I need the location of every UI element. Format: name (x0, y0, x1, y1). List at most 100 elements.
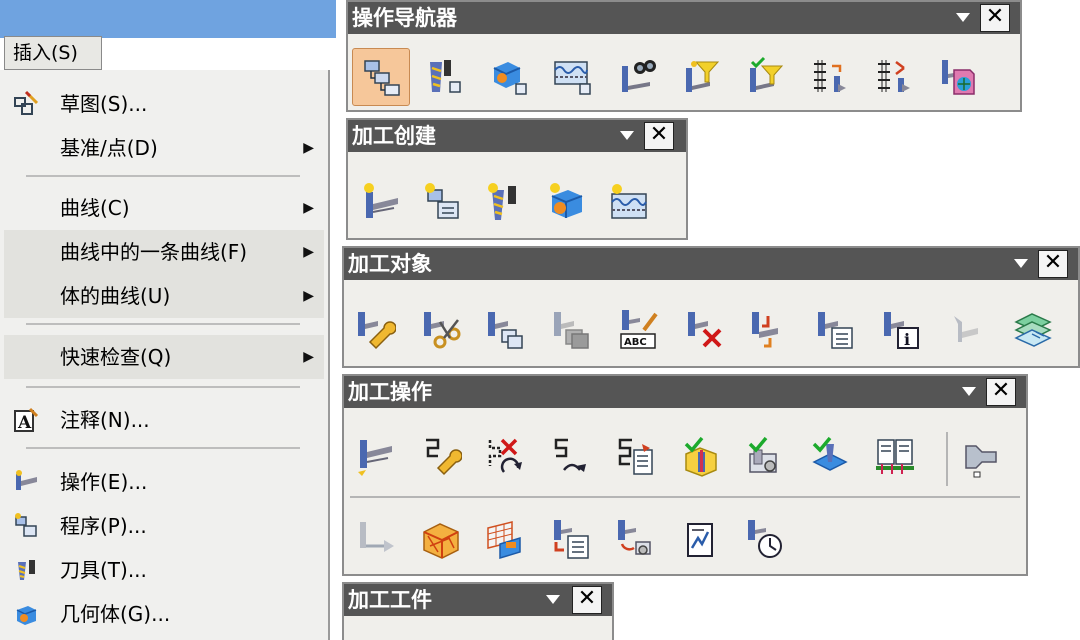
rename-object-icon: ABC (620, 310, 658, 349)
menu-separator (26, 323, 300, 325)
time-button[interactable] (736, 510, 794, 568)
filter-check-button[interactable] (736, 48, 794, 106)
menu-item-curve-from-bodies[interactable]: 体的曲线(U) ▶ (4, 274, 324, 318)
edit-toolpath-button[interactable] (412, 428, 470, 486)
create-operation-icon (364, 183, 398, 218)
toolbar-row-separator (350, 496, 1020, 498)
menu-item-sketch[interactable]: 草图(S)... (4, 82, 324, 126)
menu-item-datum-point[interactable]: 基准/点(D) ▶ (4, 126, 324, 170)
delete-toolpath-button[interactable] (476, 428, 534, 486)
transform-object-icon (752, 312, 778, 348)
export-button[interactable] (928, 48, 986, 106)
material-icon (487, 521, 521, 560)
replay-toolpath-icon (554, 438, 586, 472)
create-operation-button[interactable] (352, 174, 410, 232)
close-button[interactable]: ✕ (644, 122, 674, 150)
close-button[interactable]: ✕ (980, 4, 1010, 32)
object-list-button[interactable] (806, 300, 864, 358)
export-icon (942, 60, 975, 95)
toolbar-title[interactable]: 加工对象 (344, 248, 1078, 280)
menu-item-quick-check[interactable]: 快速检查(Q) ▶ (4, 335, 324, 379)
toolbar-title[interactable]: 加工操作 (344, 376, 1026, 408)
postprocess-button[interactable] (866, 428, 924, 486)
filter-button[interactable] (672, 48, 730, 106)
create-program-icon (425, 183, 459, 219)
create-method-button[interactable] (600, 174, 658, 232)
menu-separator (26, 447, 300, 449)
paste-object-button[interactable] (542, 300, 600, 358)
paste-object-icon (554, 312, 589, 349)
machining-method-view-button[interactable] (544, 48, 602, 106)
find-button[interactable] (608, 48, 666, 106)
dropdown-arrow-icon[interactable] (620, 131, 634, 140)
toolbar-title[interactable]: 操作导航器 (348, 2, 1020, 34)
delete-object-icon (688, 312, 722, 348)
rename-object-button[interactable]: ABC (610, 300, 668, 358)
program-order-view-button[interactable] (352, 48, 410, 106)
object-info-button[interactable]: i (872, 300, 930, 358)
verify-toolpath-button[interactable] (672, 428, 730, 486)
toolbar-machining-operation: 加工操作 ✕ (342, 374, 1028, 576)
delete-object-button[interactable] (676, 300, 734, 358)
program-order-view-icon (364, 60, 400, 96)
machine-tool-view-button[interactable] (416, 48, 474, 106)
menu-item-geometry[interactable]: 几何体(G)... (4, 592, 324, 636)
simulate-machine-button[interactable] (736, 428, 794, 486)
dropdown-arrow-icon[interactable] (1014, 259, 1028, 268)
insert-menu-tab[interactable]: 插入(S) (4, 36, 102, 70)
close-button[interactable]: ✕ (1038, 250, 1068, 278)
workpiece-icon (423, 523, 459, 559)
menu-item-label: 体的曲线(U) (60, 284, 171, 308)
object-layers-button[interactable] (1004, 300, 1062, 358)
replay-toolpath-button[interactable] (542, 428, 600, 486)
reorder-button[interactable] (800, 48, 858, 106)
edit-object-button[interactable] (346, 300, 404, 358)
generate-toolpath-button[interactable] (346, 428, 404, 486)
toolbar-machining-object: 加工对象 ✕ ABC i (342, 246, 1080, 368)
list-toolpath-button[interactable] (606, 428, 664, 486)
shop-doc-button[interactable] (542, 510, 600, 568)
dropdown-arrow-icon[interactable] (962, 387, 976, 396)
find-icon (622, 60, 656, 92)
batch-process-button[interactable] (606, 510, 664, 568)
create-tool-button[interactable] (476, 174, 534, 232)
machine-tool-view-icon (430, 60, 461, 93)
menu-item-annotation[interactable]: A 注释(N)... (4, 398, 324, 442)
cut-object-button[interactable] (412, 300, 470, 358)
submenu-arrow-icon: ▶ (303, 349, 314, 365)
menu-item-tool[interactable]: 刀具(T)... (4, 548, 324, 592)
machining-method-view-icon (554, 61, 591, 95)
object-layers-icon (1014, 313, 1052, 347)
close-button[interactable]: ✕ (572, 586, 602, 614)
gouge-check-button[interactable] (800, 428, 858, 486)
filter-icon (686, 61, 720, 92)
menu-item-curve-from-curves[interactable]: 曲线中的一条曲线(F) ▶ (4, 230, 324, 274)
gouge-check-icon (812, 436, 848, 471)
workpiece-button[interactable] (412, 510, 470, 568)
tool-icon (18, 560, 35, 580)
disabled-object-button[interactable] (938, 300, 996, 358)
submenu-arrow-icon: ▶ (303, 200, 314, 216)
output-cls-button[interactable] (346, 510, 404, 568)
reorder-arrows-icon (878, 60, 910, 92)
geometry-view-button[interactable] (480, 48, 538, 106)
spindle-icon (965, 445, 997, 478)
dropdown-arrow-icon[interactable] (546, 595, 560, 604)
batch-process-icon (618, 520, 651, 555)
toolbar-machining-create: 加工创建 ✕ (346, 118, 688, 240)
close-button[interactable]: ✕ (986, 378, 1016, 406)
material-button[interactable] (476, 510, 534, 568)
reorder-arrows-button[interactable] (864, 48, 922, 106)
menu-item-program[interactable]: 程序(P)... (4, 504, 324, 548)
copy-object-button[interactable] (476, 300, 534, 358)
menu-item-curve[interactable]: 曲线(C) ▶ (4, 186, 324, 230)
dropdown-arrow-icon[interactable] (956, 13, 970, 22)
transform-object-button[interactable] (740, 300, 798, 358)
create-program-button[interactable] (414, 174, 472, 232)
menu-item-operation[interactable]: 操作(E)... (4, 460, 324, 504)
spindle-button[interactable] (952, 428, 1010, 486)
menu-item-label: 刀具(T)... (60, 558, 147, 582)
toolbar-title[interactable]: 加工创建 (348, 120, 686, 152)
report-button[interactable] (672, 510, 730, 568)
create-geometry-button[interactable] (538, 174, 596, 232)
